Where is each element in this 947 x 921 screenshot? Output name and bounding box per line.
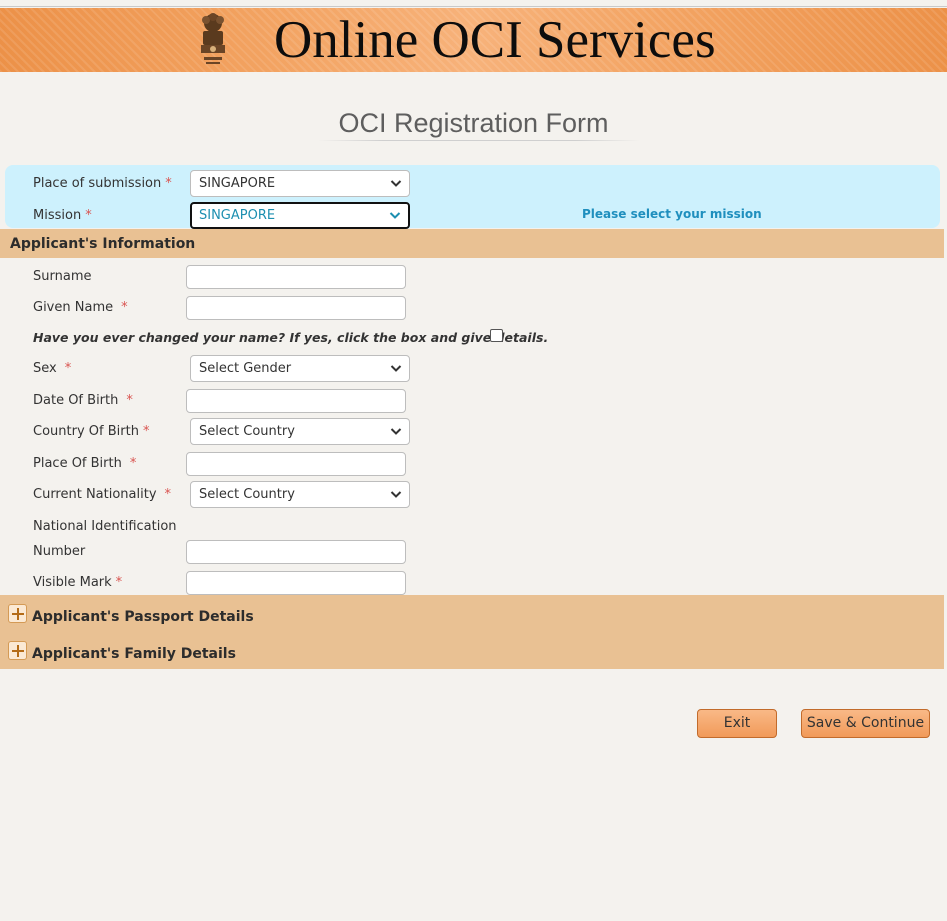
national-id-label-line2: Number — [33, 544, 86, 559]
place-of-submission-select[interactable]: SINGAPORE — [190, 170, 410, 197]
required-mark: * — [164, 487, 172, 502]
place-of-submission-label: Place of submission * — [33, 176, 172, 191]
mission-select[interactable]: SINGAPORE — [190, 202, 410, 229]
required-mark: * — [129, 456, 137, 471]
place-of-submission-text: Place of submission — [33, 176, 162, 191]
mission-value: SINGAPORE — [199, 208, 276, 223]
dob-label: Date Of Birth * — [33, 393, 133, 408]
required-mark: * — [142, 424, 150, 439]
required-mark: * — [165, 176, 172, 191]
mission-hint: Please select your mission — [582, 207, 762, 221]
surname-label: Surname — [33, 269, 92, 284]
country-of-birth-value: Select Country — [199, 424, 295, 439]
mission-label: Mission * — [33, 208, 92, 223]
visible-mark-input[interactable] — [186, 571, 406, 595]
required-mark: * — [115, 575, 123, 590]
required-mark: * — [85, 208, 92, 223]
place-of-submission-value: SINGAPORE — [199, 176, 276, 191]
mission-panel — [5, 165, 940, 228]
save-continue-button[interactable]: Save & Continue — [801, 709, 930, 738]
site-title: Online OCI Services — [274, 11, 716, 69]
given-name-input[interactable] — [186, 296, 406, 320]
surname-input[interactable] — [186, 265, 406, 289]
mission-text: Mission — [33, 208, 82, 223]
nationality-value: Select Country — [199, 487, 295, 502]
name-change-checkbox[interactable] — [490, 329, 503, 342]
required-mark: * — [121, 300, 128, 315]
title-underline — [318, 140, 640, 141]
required-mark: * — [126, 393, 133, 408]
sex-text: Sex — [33, 361, 57, 376]
chevron-down-icon — [389, 212, 401, 219]
chevron-down-icon — [390, 491, 402, 498]
national-emblem-icon — [201, 13, 225, 64]
expand-family-icon[interactable] — [8, 641, 27, 660]
expand-passport-icon[interactable] — [8, 604, 27, 623]
required-mark: * — [64, 361, 72, 376]
sex-select[interactable]: Select Gender — [190, 355, 410, 382]
country-of-birth-select[interactable]: Select Country — [190, 418, 410, 445]
national-id-label-line1: National Identification — [33, 519, 177, 534]
national-id-input[interactable] — [186, 540, 406, 564]
place-of-birth-text: Place Of Birth — [33, 456, 122, 471]
given-name-text: Given Name — [33, 300, 114, 315]
passport-details-heading[interactable]: Applicant's Passport Details — [32, 609, 254, 625]
chevron-down-icon — [390, 365, 402, 372]
place-of-birth-input[interactable] — [186, 452, 406, 476]
dob-text: Date Of Birth — [33, 393, 119, 408]
visible-mark-text: Visible Mark — [33, 575, 112, 590]
place-of-birth-label: Place Of Birth * — [33, 456, 136, 471]
sex-label: Sex * — [33, 361, 71, 376]
visible-mark-label: Visible Mark * — [33, 575, 122, 590]
sex-value: Select Gender — [199, 361, 292, 376]
chevron-down-icon — [390, 180, 402, 187]
country-of-birth-text: Country Of Birth — [33, 424, 139, 439]
nationality-select[interactable]: Select Country — [190, 481, 410, 508]
name-change-question: Have you ever changed your name? If yes,… — [33, 330, 549, 345]
page-title: OCI Registration Form — [338, 108, 609, 138]
chevron-down-icon — [390, 428, 402, 435]
applicant-info-heading: Applicant's Information — [10, 236, 196, 252]
nationality-label: Current Nationality * — [33, 487, 171, 502]
nationality-text: Current Nationality — [33, 487, 157, 502]
exit-button[interactable]: Exit — [697, 709, 777, 738]
country-of-birth-label: Country Of Birth * — [33, 424, 149, 439]
family-details-heading[interactable]: Applicant's Family Details — [32, 646, 236, 662]
top-border — [0, 0, 947, 7]
dob-input[interactable] — [186, 389, 406, 413]
given-name-label: Given Name * — [33, 300, 128, 315]
header-banner: Online OCI Services — [0, 8, 947, 72]
